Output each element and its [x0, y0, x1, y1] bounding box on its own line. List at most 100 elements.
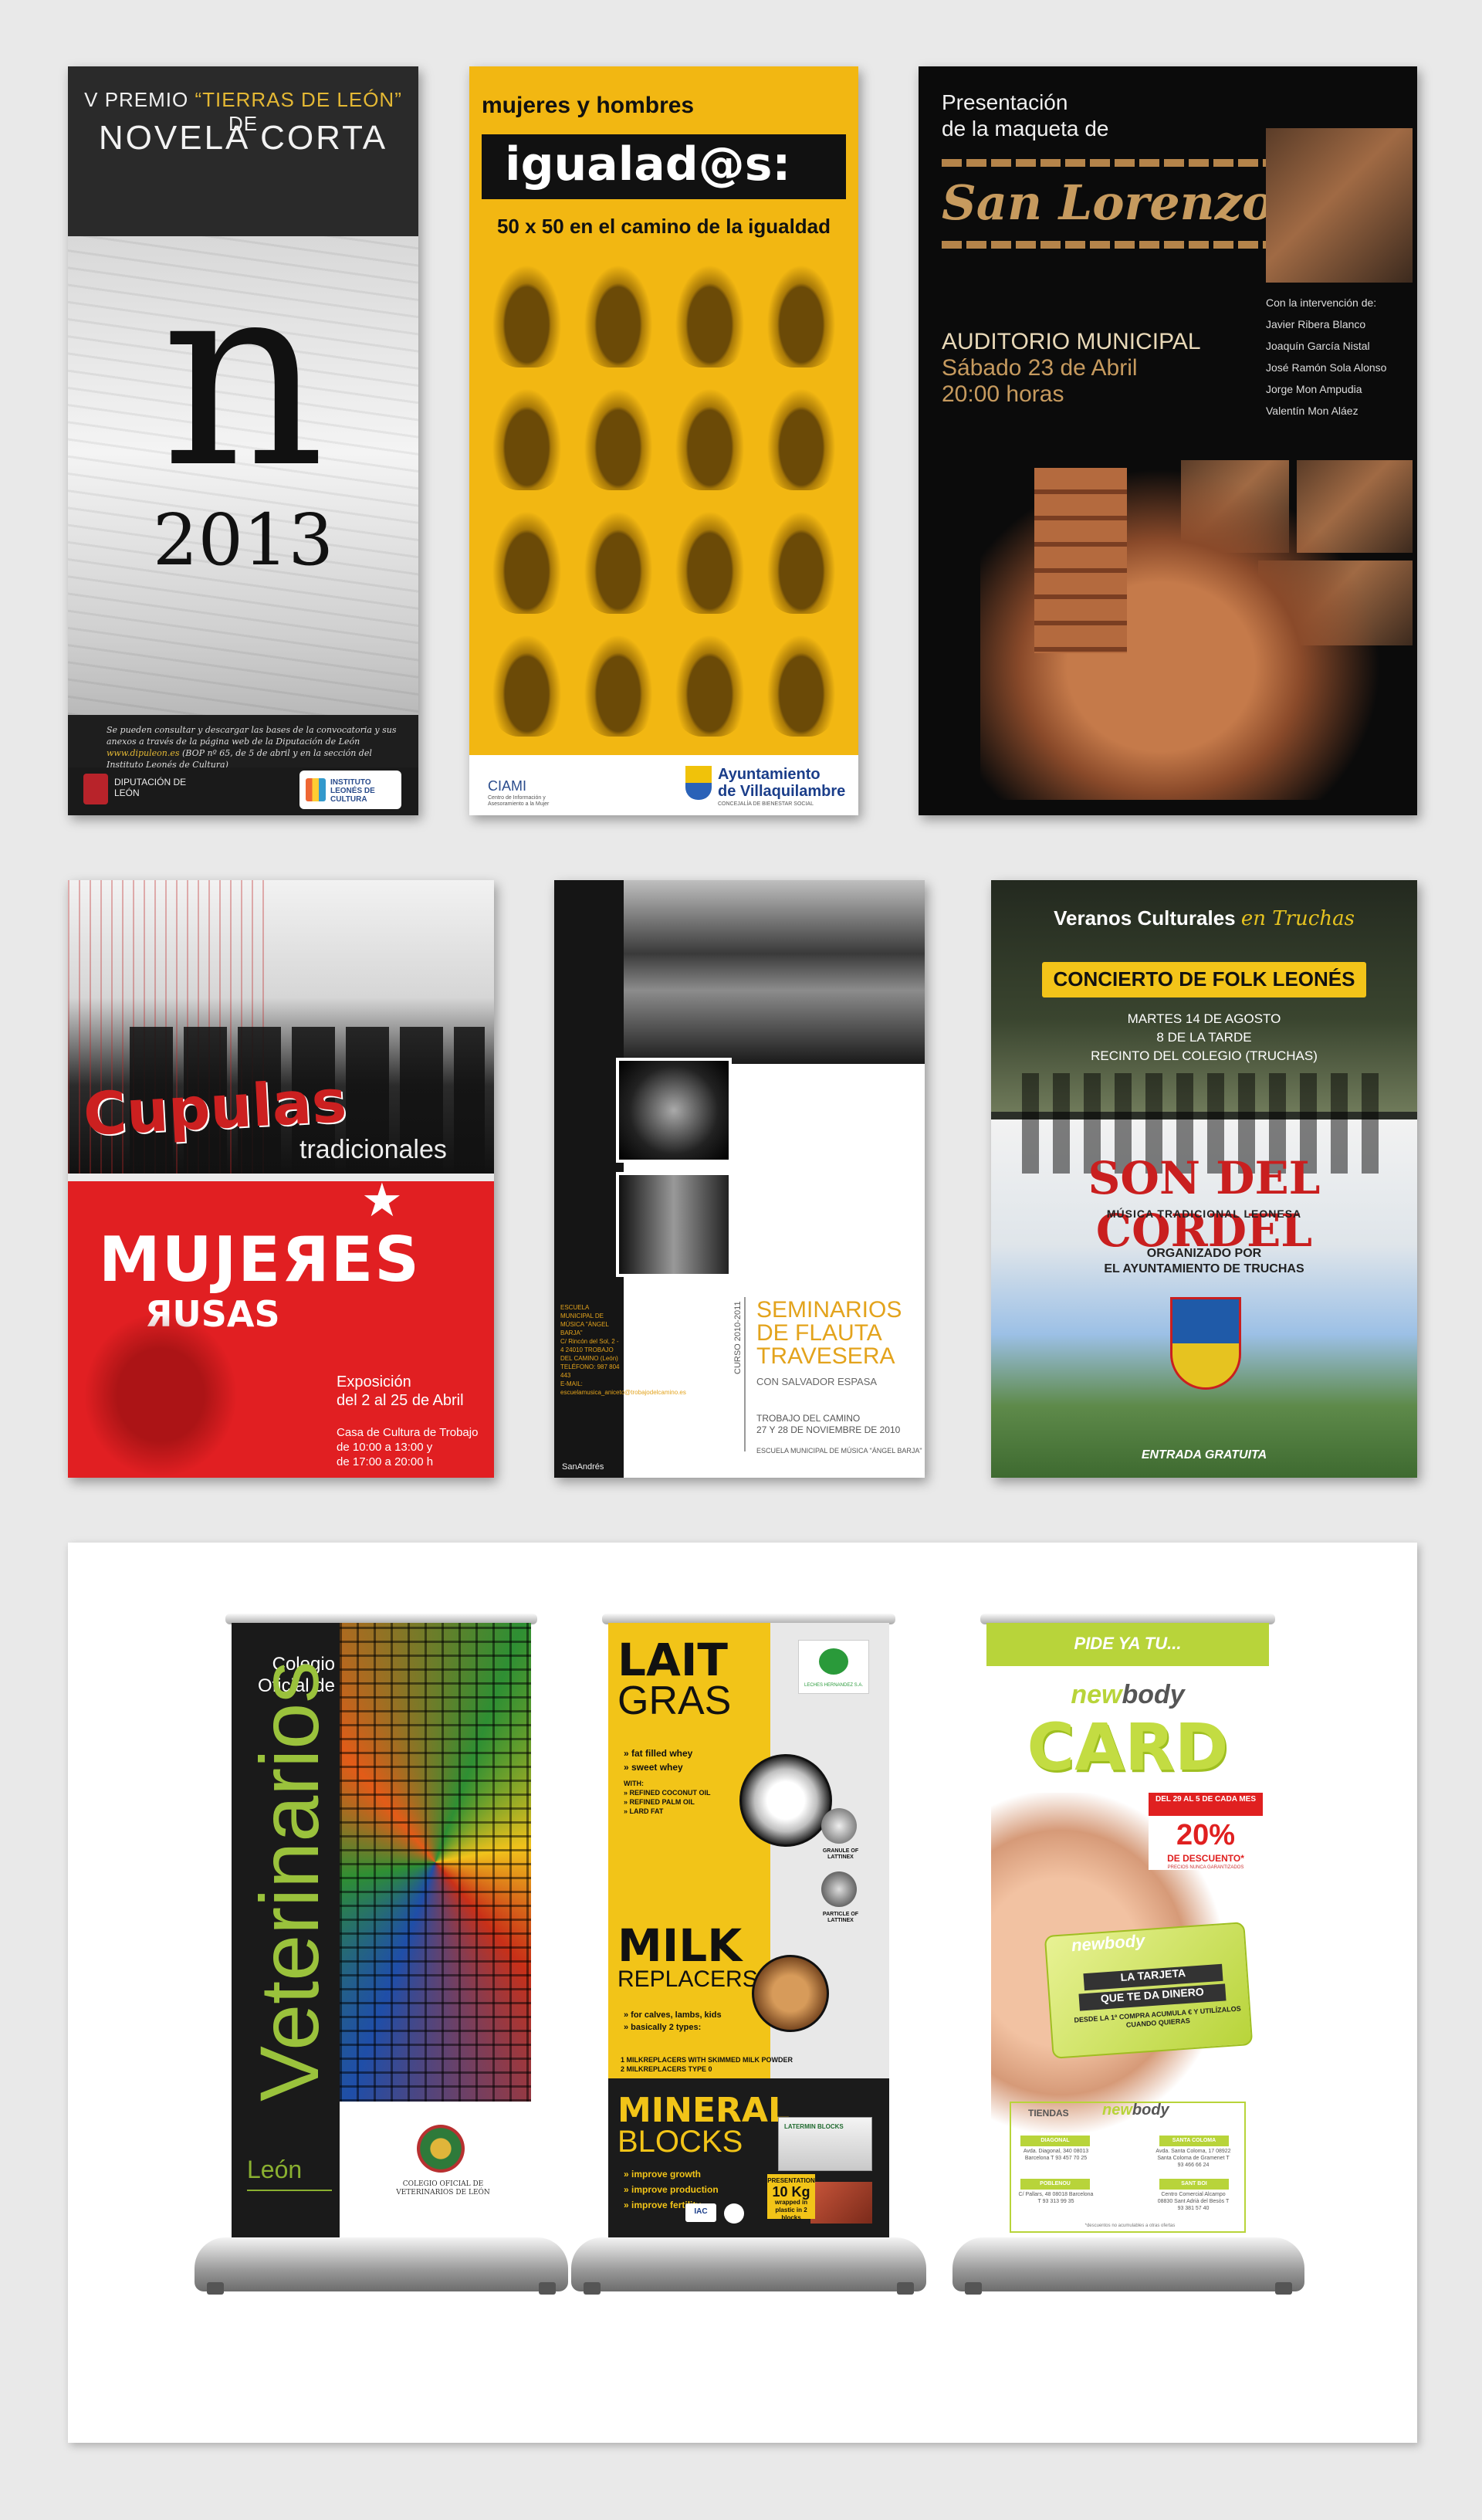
banner-title: CARD — [1027, 1709, 1229, 1785]
truchas-shield-icon — [1170, 1297, 1241, 1390]
shoe-image — [669, 624, 750, 737]
poster-cupulas: Cupulas tradicionales ★ MUJEЯES ЯUSAS Ex… — [68, 880, 494, 1478]
heading-mineral: MINERAL — [618, 2091, 790, 2130]
certification-logo-icon — [724, 2203, 744, 2224]
stand-foot — [539, 2282, 556, 2295]
shop-name: SANTA COLOMA — [1159, 2136, 1229, 2146]
heading-milk: MILK — [618, 1919, 743, 1972]
veterinary-emblem-icon — [417, 2125, 465, 2173]
shoe-image — [760, 624, 841, 737]
shop-name: DIAGONAL — [1020, 2136, 1090, 2146]
band-subtitle: MÚSICA TRADICIONAL LEONESA — [1106, 1208, 1302, 1220]
poster-year: 2013 — [152, 499, 334, 581]
venue-details: Casa de Cultura de Trobajo de 10:00 a 13:… — [337, 1426, 479, 1468]
heading-lait: LAIT — [618, 1634, 728, 1686]
banner-stand-base — [571, 2237, 926, 2295]
school-info: ESCUELA MUNICIPAL DE MÚSICA "ÁNGEL BARJA… — [560, 1304, 686, 1396]
shops-brand: newbody — [1102, 2102, 1169, 2119]
event-details: AUDITORIO MUNICIPAL Sábado 23 de Abril 2… — [942, 329, 1201, 407]
info-link: www.dipuleon.es — [107, 748, 180, 758]
poster-subtitle: 50 x 50 en el camino de la igualdad — [496, 215, 831, 238]
heading-replacers: REPLACERS — [618, 1966, 758, 1992]
poster-pretitle: Presentación de la maqueta de — [942, 90, 1109, 141]
banner-title: Veterinarios — [242, 1661, 336, 2102]
shop-address: Centro Comercial Alcampo 08830 Sant Adri… — [1157, 2192, 1230, 2211]
logo-diputacion: DIPUTACIÓN DE LEÓN — [114, 777, 187, 798]
big-letter: n — [161, 227, 326, 523]
poster-title: NOVELA CORTA — [98, 119, 388, 157]
discount-value: 20% — [1176, 1819, 1236, 1851]
logo-ciami-sub: Centro de Información y Asesoramiento a … — [488, 795, 550, 807]
decorative-bar — [942, 159, 1304, 167]
poster-tagline: mujeres y hombres — [482, 93, 695, 118]
shoe-image — [669, 378, 750, 490]
discount-label: DE DESCUENTO* — [1167, 1853, 1244, 1864]
fat-list: » fat filled whey» sweet whey — [624, 1748, 693, 1773]
stand-foot — [584, 2282, 601, 2295]
logo-ilc: INSTITUTO LEONÉS DE CULTURA — [299, 771, 401, 809]
poster-novela-corta: V PREMIO “TIERRAS DE LEÓN” DE NOVELA COR… — [68, 66, 418, 815]
course-label: CURSO 2010-2011 — [733, 1301, 743, 1374]
church-tower-image — [1034, 468, 1127, 653]
speakers-list: Con la intervención de: Javier Ribera Bl… — [1266, 296, 1387, 417]
stand-foot — [965, 2282, 982, 2295]
poster-footer: DIPUTACIÓN DE LEÓN INSTITUTO LEONÉS DE C… — [68, 767, 418, 815]
shops-label: TIENDAS — [1028, 2108, 1069, 2119]
flute-detail-photo — [616, 1172, 732, 1277]
shoe-image — [577, 624, 658, 737]
banner-newbody: PIDE YA TU... newbody CARD DEL 29 AL 5 D… — [986, 1623, 1269, 2237]
poster-title: SEMINARIOS DE FLAUTA TRAVESERA — [756, 1297, 902, 1369]
shoe-image — [760, 378, 841, 490]
poster-place: TROBAJO DEL CAMINO 27 Y 28 DE NOVIEMBRE D… — [756, 1413, 901, 1435]
particle-photo — [821, 1871, 857, 1907]
poster-son-del-cordel: Veranos Culturales en Truchas CONCIERTO … — [991, 880, 1417, 1478]
logo-ayuntamiento-sub: CONCEJALÍA DE BIENESTAR SOCIAL — [718, 801, 814, 807]
stained-glass-leading — [340, 1623, 531, 2102]
expo-details: Exposición del 2 al 25 de Abril — [337, 1373, 464, 1409]
stand-foot — [207, 2282, 224, 2295]
stand-foot — [897, 2282, 914, 2295]
entry-note: ENTRADA GRATUITA — [1141, 1448, 1267, 1462]
logo-ayuntamiento: Ayuntamiento de Villaquilambre — [718, 766, 846, 800]
shoe-image — [577, 378, 658, 490]
divider — [247, 2190, 332, 2191]
shop-name: SANT BOI — [1159, 2179, 1229, 2190]
star-icon: ★ — [361, 1174, 403, 1226]
organizer: ORGANIZADO POR EL AYUNTAMIENTO DE TRUCHAS — [1104, 1247, 1304, 1275]
fine-print: *descuentos no acumulables a otras ofert… — [1084, 2224, 1176, 2228]
women-heading: MUJEЯES — [99, 1224, 421, 1296]
banner-header: PIDE YA TU... — [1074, 1634, 1182, 1653]
shoe-image — [486, 501, 567, 614]
shop-name: POBLENOU — [1020, 2179, 1090, 2190]
poster-info: Se pueden consultar y descargar las base… — [107, 725, 397, 770]
logo-ciami: CIAMI — [488, 778, 527, 794]
granule-photo — [821, 1808, 857, 1844]
sponsor-logo: SanAndrés — [562, 1462, 604, 1472]
heading-gras: GRAS — [618, 1678, 732, 1723]
discount-period: DEL 29 AL 5 DE CADA MES — [1149, 1793, 1263, 1816]
company-logo-text: LECHES HERNANDEZ S.A. — [804, 1683, 864, 1688]
banner-veterinarios: Colegio Oficial de Veterinarios León COLE… — [232, 1623, 531, 2237]
shop-address: C/ Pallars, 48 08018 Barcelona T 93 313 … — [1018, 2192, 1094, 2204]
poster-title-sub: tradicionales — [299, 1135, 447, 1164]
shoe-image — [486, 378, 567, 490]
poster-teacher: CON SALVADOR ESPASA — [756, 1376, 878, 1387]
poster-footer: CIAMI Centro de Información y Asesoramie… — [469, 755, 858, 815]
rollup-banners-panel: Colegio Oficial de Veterinarios León COLE… — [68, 1543, 1417, 2443]
banner-stand-base — [952, 2237, 1304, 2295]
powder-photo — [739, 1754, 832, 1847]
portrait-sketch — [83, 1312, 238, 1478]
mineral-block-photo — [810, 2182, 872, 2224]
shoe-image — [486, 624, 567, 737]
shoes-grid — [477, 249, 851, 743]
poster-season: Veranos Culturales en Truchas — [1054, 906, 1355, 930]
heading-blocks: BLOCKS — [618, 2125, 743, 2159]
product-box-label: LATERMIN BLOCKS — [784, 2123, 844, 2130]
banner-stand-base — [195, 2237, 568, 2295]
granule-label: GRANULE OF LATTINEX — [822, 1848, 859, 1860]
shoe-image — [486, 255, 567, 368]
presentation-badge: PRESENTATION 10 Kg wrapped in plastic in 2… — [767, 2174, 815, 2221]
concert-banner: CONCIERTO DE FOLK LEONÉS — [1042, 962, 1366, 998]
shoe-image — [760, 501, 841, 614]
band-name: SON DEL CORDEL — [1088, 1152, 1321, 1257]
